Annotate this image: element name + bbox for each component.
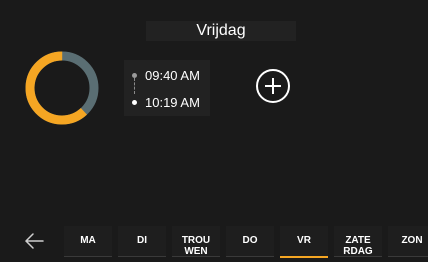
start-time: 09:40 AM [145,67,200,83]
day-tab-vr[interactable]: VR [280,226,328,258]
day-tab-trou-wen[interactable]: TROU WEN [172,226,220,257]
day-tab-zon[interactable]: ZON [388,226,428,257]
add-time-button[interactable] [256,69,290,103]
end-time-row: 10:19 AM [124,92,210,112]
day-tab-do[interactable]: DO [226,226,274,257]
end-dot-icon [132,99,137,105]
start-dot-icon [132,72,137,78]
day-tab-label: ZON [401,235,423,246]
day-tab-label: DI [137,235,147,246]
day-title: Vrijdag [146,21,296,41]
day-tab-di[interactable]: DI [118,226,166,257]
day-tab-label: VR [297,235,311,246]
donut-orange-segment [25,51,99,125]
start-time-row: 09:40 AM [124,65,210,85]
end-time: 10:19 AM [145,94,200,110]
day-tab-label: MA [80,235,96,246]
day-tab-label: DO [242,235,258,246]
time-range-card: 09:40 AM 10:19 AM [124,60,210,116]
back-arrow-icon[interactable] [22,229,46,253]
day-tab-label: ZATE RDAG [343,235,373,257]
time-donut-chart [25,51,99,125]
day-tab-zate-rdag[interactable]: ZATE RDAG [334,226,382,257]
day-tab-ma[interactable]: MA [64,226,112,257]
day-tab-label: TROU WEN [181,235,211,257]
